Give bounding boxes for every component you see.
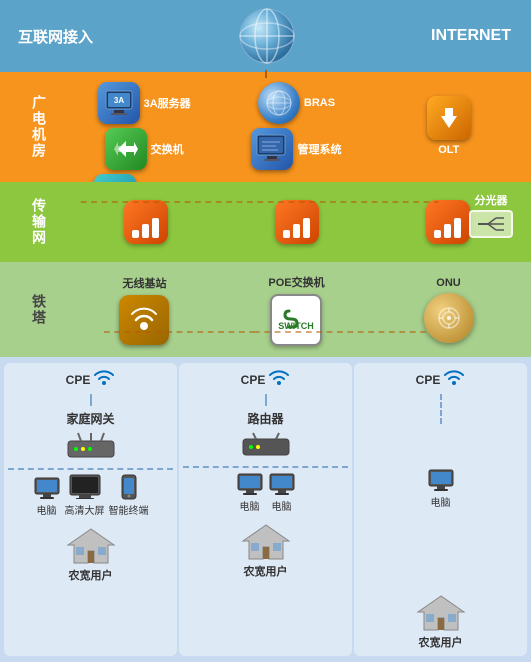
cpe-label-3: CPE	[416, 373, 441, 387]
wireless-base-label: 无线基站	[122, 275, 166, 291]
splitter-area: 分光器	[469, 192, 513, 238]
tower-layer: 铁塔 无线基站 POE交换机	[0, 262, 531, 357]
phone-1: 智能终端	[109, 474, 149, 517]
device-row-1: 电脑 高清大屏	[33, 474, 149, 517]
globe-icon	[238, 7, 296, 65]
computer-label-2a: 电脑	[240, 498, 260, 513]
3a-server-label: 3A服务器	[144, 95, 191, 111]
cpe-label-2: CPE	[241, 373, 266, 387]
olt-label: OLT	[438, 144, 459, 156]
cpe-wifi-icon-2	[268, 369, 290, 390]
transport-layer: 传输网 分光器	[0, 182, 531, 262]
internet-layer-label: 互联网接入	[8, 20, 103, 53]
signal-icon-2	[275, 200, 319, 244]
transport-content: 分光器	[70, 188, 523, 256]
transport-layer-label: 传输网	[8, 192, 70, 252]
wireless-base-item: 无线基站	[119, 275, 169, 345]
mgmt-label: 管理系统	[297, 141, 341, 157]
tv-label: 高清大屏	[65, 502, 105, 517]
cpe-wifi-icon-1	[93, 369, 115, 390]
home-col-3: CPE	[354, 363, 527, 656]
internet-title: INTERNET	[431, 27, 511, 45]
computer-label-3: 电脑	[431, 494, 451, 509]
switch-green-cell: 交换机	[70, 128, 218, 170]
house-area-3: 农宽用户	[416, 592, 466, 650]
home-columns: CPE 家庭网关	[4, 363, 527, 656]
computer-2b: 电脑	[268, 472, 296, 513]
internet-layer: 互联网接入	[0, 0, 531, 72]
onu-item: ONU	[424, 277, 474, 343]
wireless-base-icon	[119, 295, 169, 345]
bras-label: BRAS	[304, 97, 335, 109]
v-connector-1a	[90, 394, 92, 406]
onu-icon	[424, 293, 474, 343]
poe-switch-label: POE交换机	[268, 274, 324, 290]
home-user-label-2: 农宽用户	[244, 563, 288, 579]
splitter-box	[469, 210, 513, 238]
splitter-label: 分光器	[475, 192, 508, 208]
device-row-2: 电脑 电脑	[236, 472, 296, 513]
device-row-3: 电脑	[427, 468, 455, 509]
cpe-row-1: CPE	[66, 369, 116, 390]
switch-green-label: 交换机	[151, 141, 184, 157]
bras-icon	[258, 82, 300, 124]
home-col-1: CPE 家庭网关	[4, 363, 177, 656]
broadcast-grid: 3A 3A服务器 BRAS	[70, 78, 523, 176]
phone-label: 智能终端	[109, 502, 149, 517]
gateway-label: 家庭网关	[66, 410, 114, 427]
computer-label-1: 电脑	[37, 502, 57, 517]
olt-cell: OLT	[375, 96, 523, 156]
h-connector-1	[8, 468, 173, 470]
mgmt-icon	[251, 128, 293, 170]
home-user-label-3: 农宽用户	[419, 634, 463, 650]
home-user-label-1: 农宽用户	[69, 567, 113, 583]
gateway-icon	[66, 431, 116, 464]
tv-1: 高清大屏	[65, 474, 105, 517]
house-area-2: 农宽用户	[241, 521, 291, 579]
computer-3: 电脑	[427, 468, 455, 509]
poe-switch-item: POE交换机 SWITCH	[268, 274, 324, 346]
svg-text:SWITCH: SWITCH	[279, 321, 315, 331]
computer-label-2b: 电脑	[272, 498, 292, 513]
svg-text:3A: 3A	[114, 96, 124, 105]
3a-server-cell: 3A 3A服务器	[70, 82, 218, 124]
switch-green-icon	[105, 128, 147, 170]
home-col-2: CPE 路由器	[179, 363, 352, 656]
router-label: 路由器	[247, 410, 283, 427]
cpe-wifi-icon-3	[443, 369, 465, 390]
computer-2a: 电脑	[236, 472, 264, 513]
computer-1: 电脑	[33, 476, 61, 517]
v-connector-2a	[265, 394, 267, 406]
mgmt-cell: 管理系统	[222, 128, 370, 170]
olt-icon	[427, 96, 471, 140]
poe-switch-icon: SWITCH	[270, 294, 322, 346]
cpe-row-3: CPE	[416, 369, 466, 390]
tower-content: 无线基站 POE交换机 SWITCH	[70, 268, 523, 351]
cpe-row-2: CPE	[241, 369, 291, 390]
broadcast-layer-label: 广电机房	[8, 89, 70, 165]
bras-cell: BRAS	[222, 82, 370, 124]
tower-layer-label: 铁塔	[8, 288, 70, 332]
signal-icon-1	[124, 200, 168, 244]
router-icon	[241, 431, 291, 462]
signal-icon-3	[426, 200, 470, 244]
3a-server-icon: 3A	[98, 82, 140, 124]
broadcast-layer: 广电机房 3A 3A服务器	[0, 72, 531, 182]
v-connector-3a	[440, 394, 442, 424]
h-connector-2	[183, 466, 348, 468]
cpe-label-1: CPE	[66, 373, 91, 387]
house-area-1: 农宽用户	[66, 525, 116, 583]
home-layer: CPE 家庭网关	[0, 357, 531, 662]
onu-label: ONU	[436, 277, 460, 289]
